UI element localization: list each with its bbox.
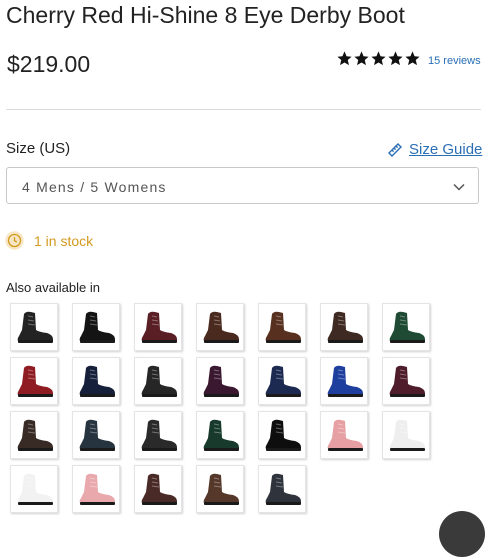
product-title: Cherry Red Hi-Shine 8 Eye Derby Boot (6, 2, 405, 28)
boot-icon (265, 311, 301, 343)
star-icon (354, 51, 369, 66)
color-swatch[interactable] (72, 303, 120, 351)
color-swatch[interactable] (72, 411, 120, 459)
boot-icon (141, 365, 177, 397)
chevron-down-icon (453, 183, 465, 191)
color-swatch[interactable] (320, 357, 368, 405)
boot-icon (327, 311, 363, 343)
also-available-label: Also available in (6, 280, 100, 295)
boot-icon (141, 419, 177, 451)
stock-text: 1 in stock (34, 232, 94, 249)
boot-icon (17, 311, 54, 343)
boot-icon (203, 365, 239, 397)
boot-icon (79, 473, 115, 505)
stock-status: 1 in stock (5, 231, 93, 250)
color-swatch[interactable] (10, 303, 58, 351)
color-swatch[interactable] (196, 357, 244, 405)
boot-icon (327, 419, 363, 451)
clock-icon (5, 231, 24, 250)
color-swatch[interactable] (72, 465, 120, 513)
boot-icon (265, 473, 301, 505)
color-swatch[interactable] (134, 357, 182, 405)
floating-action-button[interactable] (439, 511, 485, 557)
boot-icon (265, 419, 301, 451)
color-swatch[interactable] (382, 411, 430, 459)
star-icon (337, 51, 352, 66)
boot-icon (141, 311, 177, 343)
star-rating[interactable] (336, 50, 421, 67)
boot-icon (265, 365, 301, 397)
boot-icon (327, 365, 363, 397)
color-swatch[interactable] (72, 357, 120, 405)
size-select[interactable]: 4 Mens / 5 Womens (6, 167, 479, 204)
star-icon (371, 51, 386, 66)
size-select-value: 4 Mens / 5 Womens (22, 179, 167, 195)
color-swatch[interactable] (134, 303, 182, 351)
color-swatch[interactable] (382, 357, 430, 405)
size-label: Size (US) (6, 140, 71, 157)
color-swatch[interactable] (320, 411, 368, 459)
color-swatch[interactable] (258, 465, 306, 513)
boot-icon (17, 365, 54, 397)
color-swatch[interactable] (258, 303, 306, 351)
color-swatch[interactable] (196, 303, 244, 351)
size-guide-label: Size Guide (409, 141, 483, 158)
color-swatch[interactable] (382, 303, 430, 351)
star-icon (388, 51, 403, 66)
divider (6, 109, 481, 110)
boot-icon (17, 473, 54, 505)
color-swatch[interactable] (258, 357, 306, 405)
boot-icon (203, 311, 239, 343)
boot-icon (17, 419, 54, 451)
reviews-link[interactable]: 15 reviews (428, 55, 481, 67)
boot-icon (203, 419, 239, 451)
boot-icon (141, 473, 177, 505)
product-price: $219.00 (7, 51, 91, 77)
color-swatch[interactable] (196, 411, 244, 459)
color-swatch[interactable] (10, 357, 58, 405)
color-swatch[interactable] (10, 411, 58, 459)
size-guide-link[interactable]: Size Guide (387, 141, 482, 158)
boot-icon (389, 365, 425, 397)
color-swatch[interactable] (258, 411, 306, 459)
boot-icon (389, 419, 425, 451)
ruler-icon (388, 142, 402, 157)
boot-icon (79, 311, 115, 343)
color-swatch[interactable] (10, 465, 58, 513)
boot-icon (203, 473, 239, 505)
color-swatch[interactable] (134, 465, 182, 513)
boot-icon (79, 365, 115, 397)
color-swatch[interactable] (320, 303, 368, 351)
color-swatch[interactable] (196, 465, 244, 513)
boot-icon (79, 419, 115, 451)
star-icon (405, 51, 420, 66)
boot-icon (389, 311, 425, 343)
color-swatch[interactable] (134, 411, 182, 459)
